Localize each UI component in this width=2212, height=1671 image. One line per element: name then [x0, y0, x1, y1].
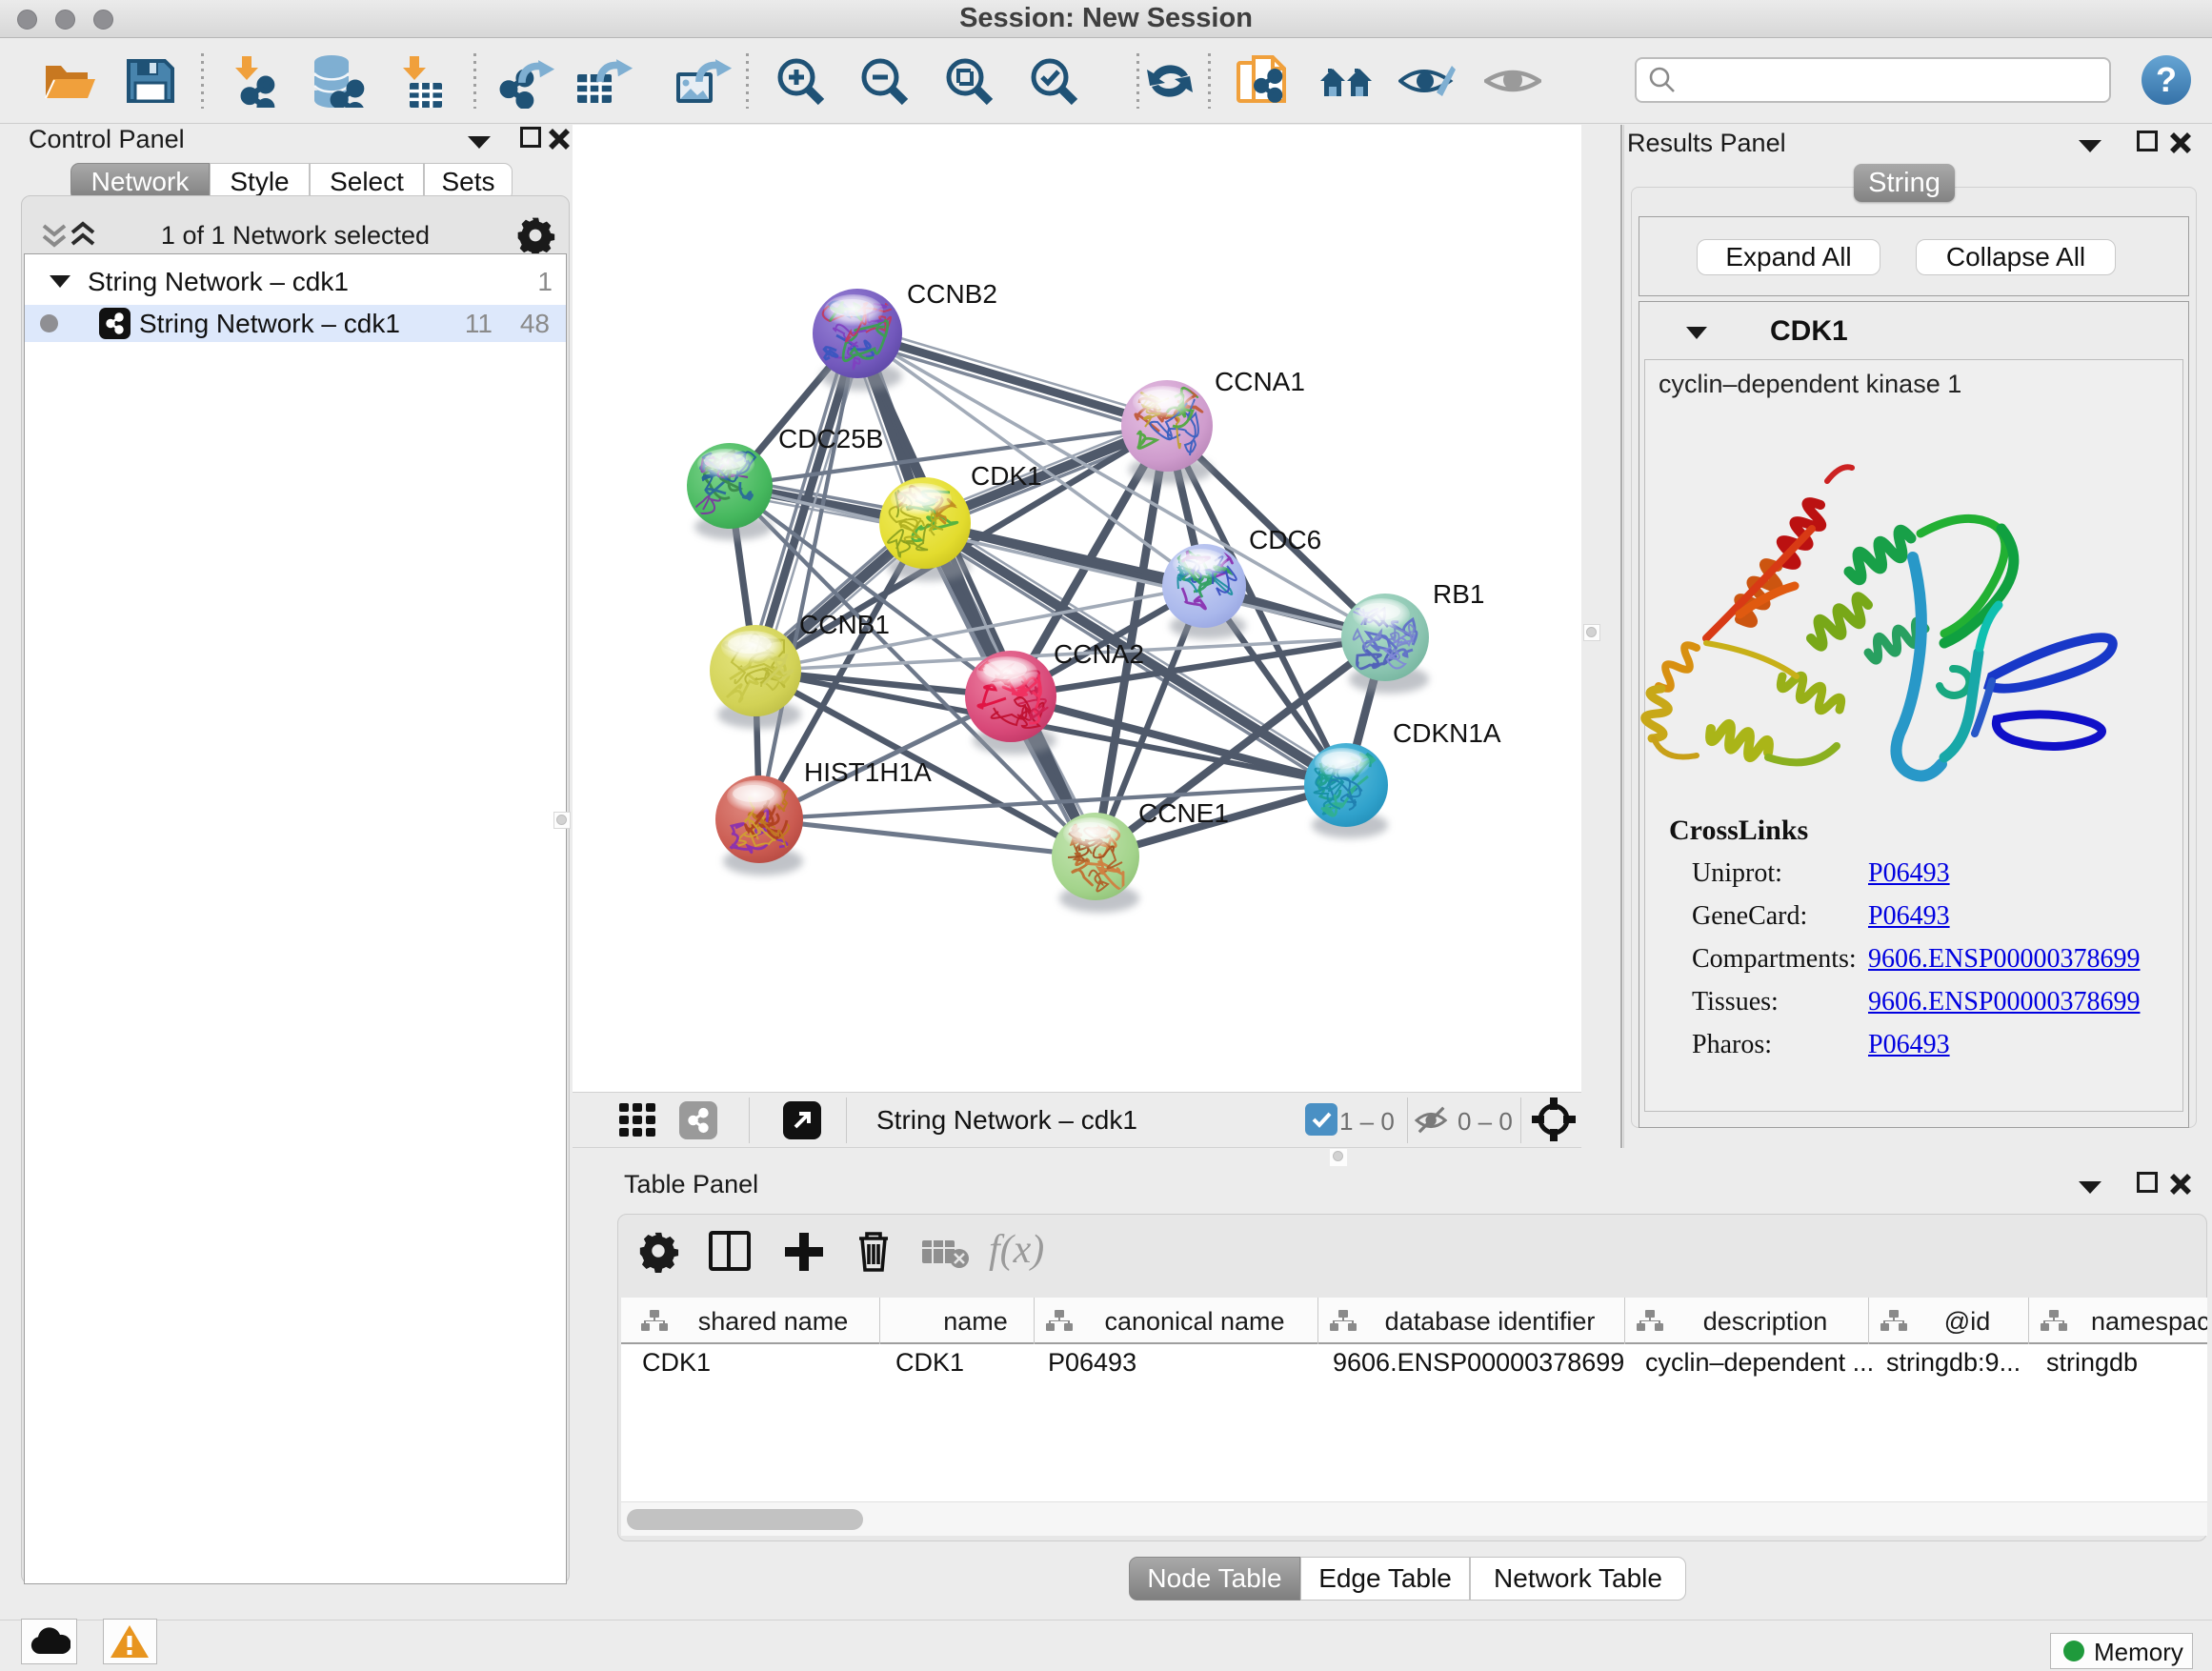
svg-text:CDK1: CDK1 [971, 461, 1042, 491]
svg-text:RB1: RB1 [1433, 579, 1484, 609]
svg-text:CCNE1: CCNE1 [1138, 798, 1229, 828]
svg-text:CDC6: CDC6 [1249, 525, 1321, 554]
svg-text:CCNB1: CCNB1 [799, 610, 890, 639]
svg-text:CDC25B: CDC25B [778, 424, 883, 453]
svg-text:CCNB2: CCNB2 [907, 279, 997, 309]
svg-text:CDKN1A: CDKN1A [1393, 718, 1501, 748]
svg-text:CCNA2: CCNA2 [1054, 639, 1144, 669]
svg-text:CCNA1: CCNA1 [1215, 367, 1305, 396]
svg-text:HIST1H1A: HIST1H1A [804, 757, 932, 787]
